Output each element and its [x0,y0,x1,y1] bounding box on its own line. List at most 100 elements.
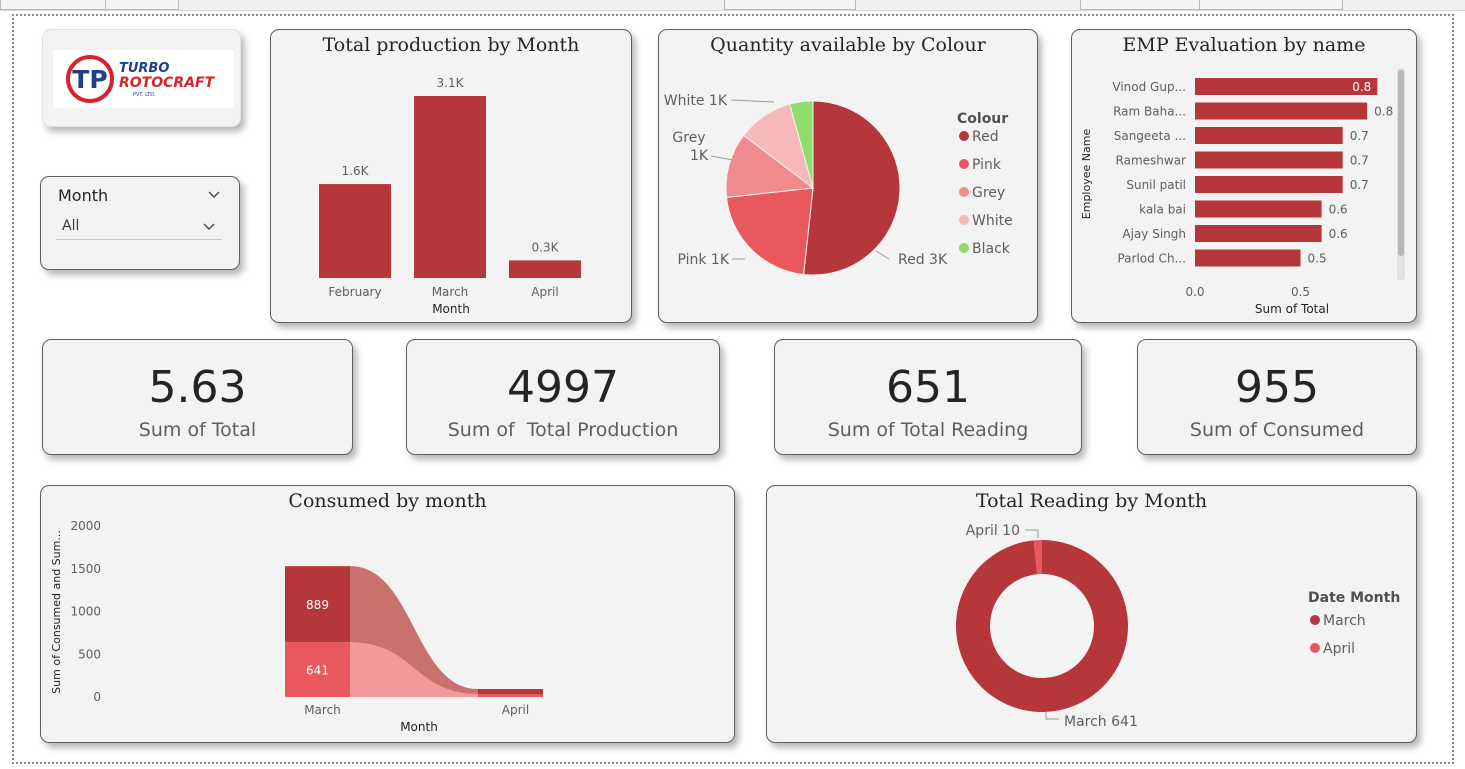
reading-chart-card[interactable]: Total Reading by Month April 10 March 641… [766,485,1417,743]
kpi-card-consumed[interactable]: 955 Sum of Consumed [1137,339,1417,455]
tick-label: February [328,285,381,299]
report-tab-strip [0,0,1465,11]
slicer-title: Month [58,186,109,205]
x-axis-title: Month [400,720,438,734]
leader-line [1045,712,1059,720]
legend-marker [959,159,969,169]
logo-card: TP TURBO ROTOCRAFT PVT. LTD. [42,29,241,127]
leader-line [1025,529,1039,538]
tick-label: Ajay Singh [1122,227,1186,241]
page-tab[interactable] [1080,0,1200,10]
kpi-value: 955 [1235,362,1319,413]
leader-line [730,99,775,103]
chart-title: Quantity available by Colour [710,34,986,56]
kpi-card-reading[interactable]: 651 Sum of Total Reading [774,339,1082,455]
page-tab[interactable] [724,0,856,10]
data-label: 0.7 [1350,178,1369,192]
page-tab[interactable] [1199,0,1343,10]
legend-title: Date Month [1308,590,1400,606]
emp-bar-chart: Vinod Gup... 0.8 Ram Baha... 0.8 Sangeeta ..… [1080,68,1405,316]
legend-marker [959,243,969,253]
colour-chart-card[interactable]: Quantity available by Colour Red 3K Pink … [658,29,1038,323]
page-tab[interactable] [0,0,106,10]
data-label: 1.6K [342,164,370,178]
legend-marker [1310,615,1320,625]
bar [319,184,391,278]
scrollbar-thumb [1398,70,1404,256]
kpi-value: 651 [886,362,970,413]
chevron-down-icon[interactable] [207,189,221,199]
kpi-card-total[interactable]: 5.63 Sum of Total [42,339,353,455]
tick-label: kala bai [1139,203,1186,217]
production-chart-card[interactable]: Total production by Month 1.6K February 3.… [270,29,632,323]
tick-label: 1500 [70,562,101,576]
tick-label: Sangeeta ... [1114,129,1186,143]
tick-label: 0 [93,690,101,704]
logo-mark: TP TURBO ROTOCRAFT PVT. LTD. [66,55,216,103]
chart-title: Total Reading by Month [975,490,1208,512]
bar [1195,78,1378,95]
legend-marker [959,131,969,141]
bar [1195,151,1343,169]
slice-label: March 641 [1064,714,1138,730]
slice-label: White 1K [664,93,728,109]
tick-label: Vinod Gup... [1112,80,1186,94]
bar [1195,249,1301,267]
slice-label: April 10 [966,523,1020,539]
legend-marker [959,215,969,225]
data-label: 0.3K [532,240,560,254]
tick-label: April [531,285,558,299]
legend-label: White [972,213,1013,229]
kpi-card-production[interactable]: 4997 Sum of Total Production [406,339,720,455]
page-tab[interactable] [105,0,179,10]
logo-sub: PVT. LTD. [133,92,156,98]
x-axis-title: Sum of Total [1255,302,1329,316]
chart-title: Total production by Month [322,34,580,56]
consumed-ribbon-chart: 2000 1500 1000 500 0 889 641 March April Month Sum… [50,519,543,734]
data-label: 0.6 [1329,227,1348,241]
pie-slice [803,100,901,276]
donut-slice [956,540,1128,712]
chart-title: EMP Evaluation by name [1122,34,1366,56]
legend-label: Grey [972,185,1005,201]
bar [1195,225,1322,242]
tick-label: Sunil patil [1126,178,1186,192]
data-label: 0.6 [1329,203,1348,217]
emp-chart-card[interactable]: EMP Evaluation by name Vinod Gup... 0.8 Ra… [1071,29,1417,323]
pie-slice [725,187,814,276]
colour-pie-chart: Red 3K Pink 1K White 1K Grey 1K Colour Red Pink… [664,93,1013,276]
data-label: 0.5 [1308,252,1327,266]
consumed-chart-card[interactable]: Consumed by month 2000 1500 1000 500 0 889 641… [40,485,735,743]
logo-word-2: ROTOCRAFT [119,75,216,91]
kpi-label: Sum of Total [138,419,257,441]
tick-label: March [432,285,469,299]
legend-label: Red [972,129,999,145]
logo-word-1: TURBO [119,61,169,76]
data-label: 3.1K [437,76,465,90]
tick-label: March [304,703,341,717]
x-axis-title: Month [432,302,470,316]
chart-title: Consumed by month [288,490,487,512]
tick-label: 0.5 [1291,285,1310,299]
data-label: 0.7 [1350,154,1369,168]
legend-marker [1310,643,1320,653]
month-slicer[interactable]: Month All [40,176,240,270]
tick-label: Rameshwar [1116,154,1187,168]
bar [1195,127,1343,144]
y-axis-title: Employee Name [1080,129,1093,220]
slice-label: Grey 1K [672,130,708,164]
tick-label: April [502,703,529,717]
tick-label: 0.0 [1185,285,1204,299]
tick-label: Parlod Ch... [1117,252,1186,266]
chevron-down-icon [203,223,215,230]
bar [414,96,486,278]
legend-label: Pink [972,157,1002,173]
slicer-dropdown[interactable]: All [56,214,222,240]
logo: TP TURBO ROTOCRAFT PVT. LTD. [53,50,234,108]
bar [1195,176,1343,193]
legend-title: Colour [957,111,1008,127]
bar [1195,200,1322,218]
data-label: 641 [306,664,329,678]
slicer-value: All [62,218,80,234]
legend-label: March [1323,613,1366,629]
